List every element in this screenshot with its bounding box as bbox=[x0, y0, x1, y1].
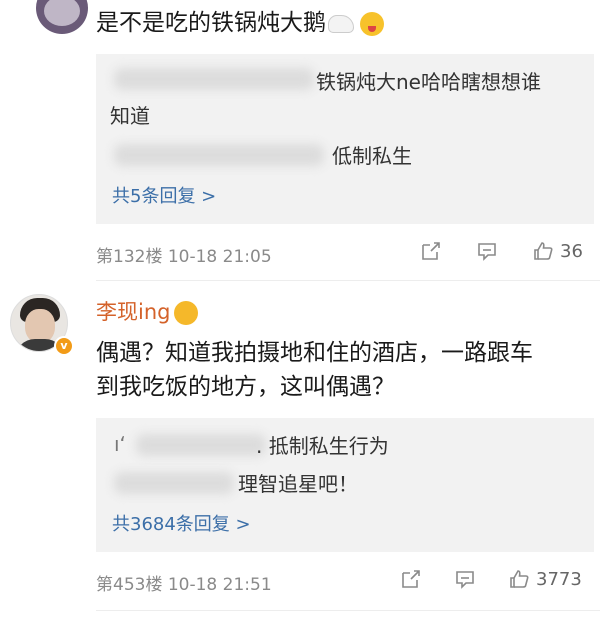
comment-text-2-line-1: 偶遇？知道我拍摄地和住的酒店，一路跟车 bbox=[96, 340, 533, 366]
more-replies-link-2[interactable]: 共3684条回复 > bbox=[112, 510, 251, 536]
goose-emoji bbox=[328, 14, 354, 33]
blurred-username bbox=[136, 434, 266, 456]
floor-meta-2: 第453楼 10-18 21:51 bbox=[96, 575, 272, 595]
repost-icon[interactable] bbox=[400, 568, 422, 590]
comment-text-1: 是不是吃的铁锅炖大鹅 bbox=[96, 10, 326, 36]
comment-icon[interactable] bbox=[476, 240, 498, 262]
repost-icon[interactable] bbox=[420, 240, 442, 262]
surprised-emoji bbox=[174, 301, 199, 325]
like-count-2: 3773 bbox=[536, 568, 582, 590]
reply-2-text: 低制私生 bbox=[332, 144, 412, 168]
action-bar-1: 36 bbox=[420, 240, 583, 262]
blurred-username bbox=[114, 472, 234, 494]
like-count-1: 36 bbox=[560, 240, 583, 262]
reply-3-text: . 抵制私生行为 bbox=[256, 434, 389, 458]
comment-icon[interactable] bbox=[454, 568, 476, 590]
floor-meta-1: 第132楼 10-18 21:05 bbox=[96, 247, 272, 267]
comment-body-1: 是不是吃的铁锅炖大鹅 bbox=[96, 6, 384, 40]
tongue-out-emoji bbox=[360, 11, 384, 36]
like-icon[interactable] bbox=[508, 568, 530, 590]
divider bbox=[96, 610, 600, 611]
reply-1-text: 铁锅炖大ne哈哈瞎想想谁 bbox=[316, 70, 541, 94]
username-2[interactable]: 李现ing bbox=[96, 296, 199, 326]
more-replies-link-1[interactable]: 共5条回复 > bbox=[112, 182, 216, 208]
like-icon[interactable] bbox=[532, 240, 554, 262]
blurred-username bbox=[114, 144, 324, 166]
comment-text-2-line-2: 到我吃饭的地方，这叫偶遇？ bbox=[96, 374, 395, 400]
reply-preview-box-2[interactable]: ıʻ . 抵制私生行为 理智追星吧！ 共3684条回复 > bbox=[96, 418, 594, 552]
reply-1-text-cont: 知道 bbox=[110, 104, 150, 128]
verified-badge-icon: v bbox=[54, 336, 74, 356]
action-bar-2: 3773 bbox=[400, 568, 582, 590]
avatar-commenter-1[interactable] bbox=[36, 0, 88, 34]
reply-prefix: ıʻ bbox=[114, 432, 126, 456]
reply-4-text: 理智追星吧！ bbox=[238, 472, 358, 496]
reply-preview-box-1[interactable]: 铁锅炖大ne哈哈瞎想想谁 知道 低制私生 共5条回复 > bbox=[96, 54, 594, 224]
divider bbox=[96, 280, 600, 281]
blurred-username bbox=[114, 68, 314, 90]
username-text[interactable]: 李现ing bbox=[96, 300, 170, 324]
